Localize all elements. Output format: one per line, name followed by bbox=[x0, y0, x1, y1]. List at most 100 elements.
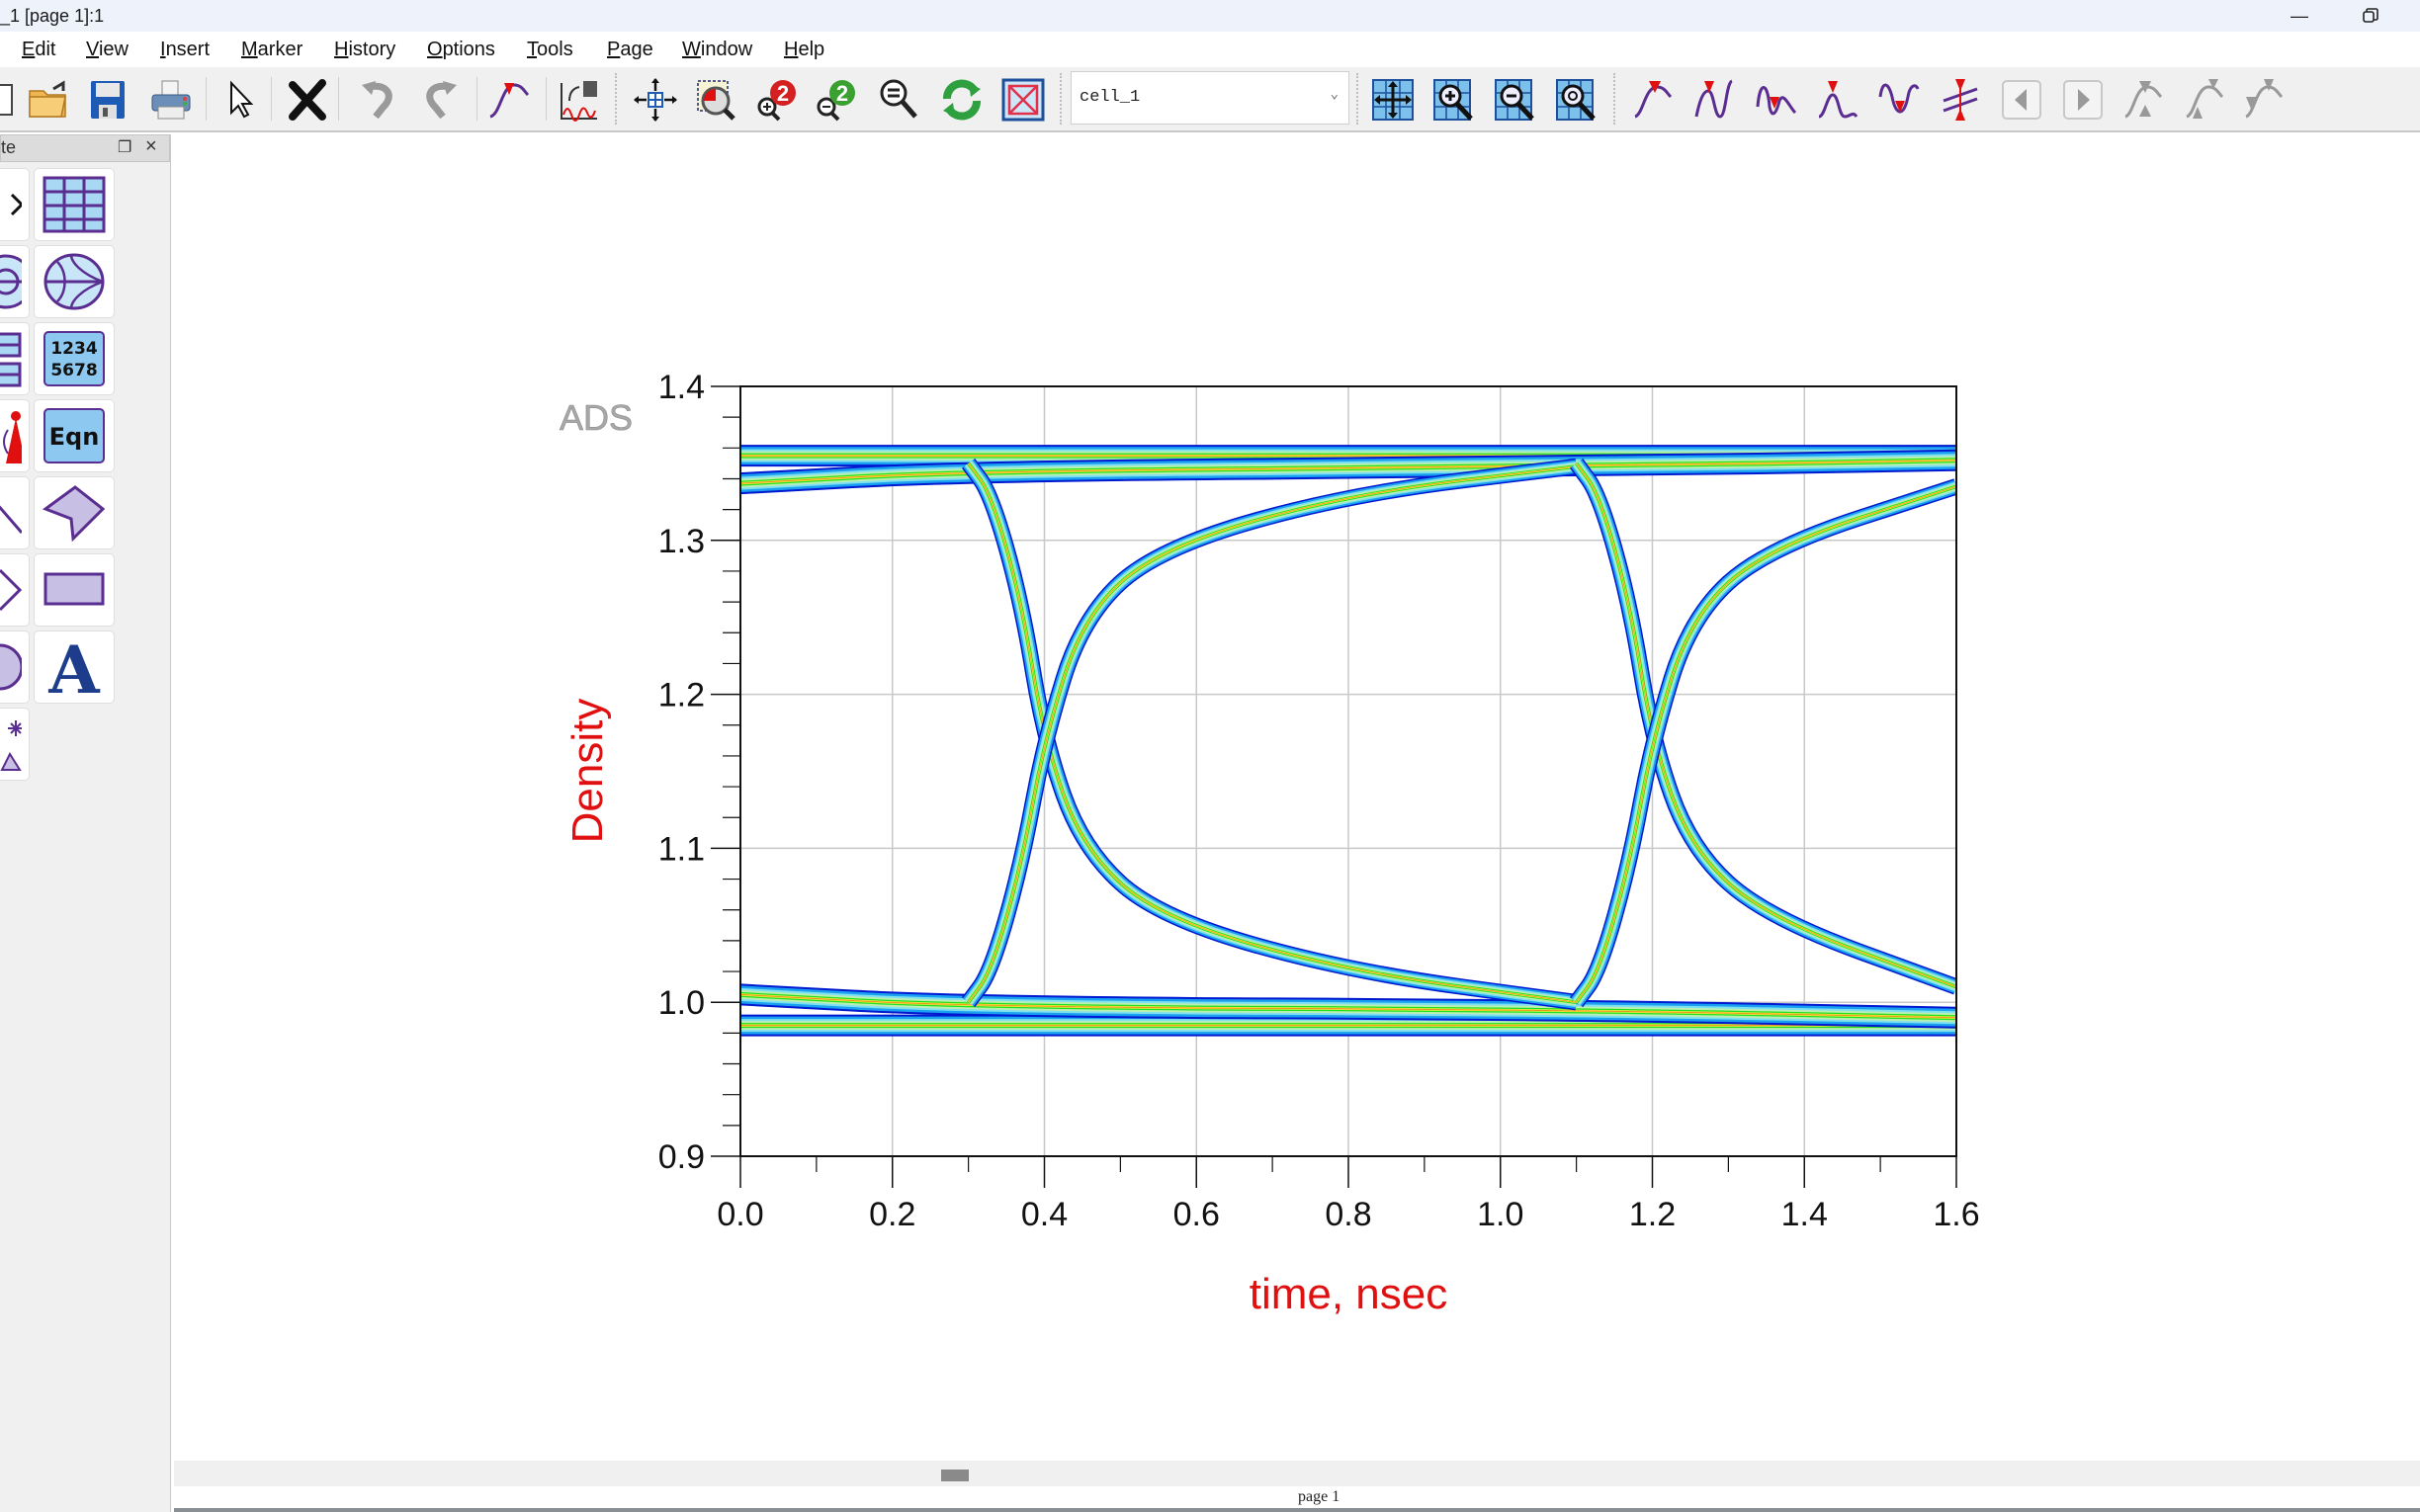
pan-button[interactable] bbox=[631, 75, 680, 125]
palette-smith-chart[interactable] bbox=[34, 245, 115, 318]
menu-options[interactable]: Options bbox=[427, 39, 495, 61]
marker-valley-button[interactable] bbox=[1752, 75, 1801, 125]
print-button[interactable] bbox=[146, 75, 196, 125]
minimize-button[interactable]: — bbox=[2270, 0, 2329, 32]
menu-history[interactable]: History bbox=[334, 39, 395, 61]
palette-numeric-list[interactable]: 1234 5678 bbox=[34, 322, 115, 395]
marker-line-button[interactable] bbox=[2119, 75, 2169, 125]
image-icon bbox=[0, 720, 22, 771]
refresh-icon bbox=[943, 79, 981, 121]
menu-help[interactable]: Help bbox=[784, 39, 824, 61]
scrollbar-thumb[interactable] bbox=[941, 1470, 969, 1481]
line-icon bbox=[0, 505, 22, 534]
marker-slope-button[interactable] bbox=[2181, 75, 2230, 125]
plot-trace-button[interactable] bbox=[554, 75, 603, 125]
cell-select-value: cell_1 bbox=[1080, 88, 1141, 107]
palette-polar-plot[interactable] bbox=[0, 245, 30, 318]
palette-circle[interactable] bbox=[0, 630, 30, 704]
marker-delta-button[interactable] bbox=[1936, 75, 1985, 125]
marker-min-button[interactable] bbox=[1874, 75, 1924, 125]
polyline-icon bbox=[42, 485, 106, 543]
equation-icon: Eqn bbox=[43, 408, 105, 463]
undo-button[interactable] bbox=[354, 75, 403, 125]
zoom-fit-button[interactable] bbox=[874, 75, 923, 125]
float-panel-icon[interactable]: ❐ bbox=[118, 137, 131, 157]
palette-polyline[interactable] bbox=[34, 476, 115, 549]
menu-insert[interactable]: Insert bbox=[160, 39, 210, 61]
redo-button[interactable] bbox=[415, 75, 465, 125]
plot-pan-button[interactable] bbox=[1368, 75, 1418, 125]
polar-plot-icon bbox=[0, 254, 22, 309]
cell-select-dropdown[interactable]: cell_1 ⌄ bbox=[1071, 71, 1349, 125]
stop-button[interactable] bbox=[998, 75, 1048, 125]
toolbar-grip[interactable] bbox=[1613, 73, 1619, 125]
menu-tools[interactable]: Tools bbox=[527, 39, 573, 61]
open-button[interactable] bbox=[24, 75, 73, 125]
marker-prev-button[interactable] bbox=[1997, 75, 2046, 125]
zoom-in-2x-button[interactable]: 2 bbox=[753, 75, 803, 125]
zoom-out-2x-button[interactable]: 2 bbox=[813, 75, 862, 125]
marker-next-button[interactable] bbox=[2058, 75, 2108, 125]
zoom-window-button[interactable] bbox=[692, 75, 741, 125]
menu-marker[interactable]: Marker bbox=[241, 39, 302, 61]
menu-view[interactable]: View bbox=[86, 39, 129, 61]
insert-marker-button[interactable] bbox=[484, 75, 534, 125]
marker-peak-button[interactable] bbox=[1629, 75, 1679, 125]
toolbar-separator bbox=[338, 77, 339, 121]
palette-line[interactable] bbox=[0, 476, 30, 549]
palette-table[interactable] bbox=[34, 168, 115, 241]
svg-text:2: 2 bbox=[836, 81, 848, 106]
marker-track-button[interactable] bbox=[2240, 75, 2290, 125]
marker-prev-icon bbox=[2002, 80, 2041, 120]
palette-text[interactable]: A bbox=[34, 630, 115, 704]
new-button[interactable] bbox=[0, 75, 20, 125]
plot-zoom-out-button[interactable] bbox=[1491, 75, 1540, 125]
restore-icon bbox=[2363, 8, 2378, 23]
text-tool-label: A bbox=[47, 637, 100, 697]
menu-label: Options bbox=[427, 39, 495, 60]
palette-antenna-plot[interactable] bbox=[0, 399, 30, 472]
plot-zoom-fit-button[interactable] bbox=[1552, 75, 1601, 125]
close-panel-icon[interactable]: × bbox=[145, 135, 157, 158]
horizontal-scrollbar[interactable] bbox=[174, 1461, 2420, 1486]
marker-next-peak-button[interactable] bbox=[1690, 75, 1740, 125]
menu-label: Tools bbox=[527, 39, 573, 60]
palette-panel: te ❐ × 1234 5678 Eqn A bbox=[0, 134, 171, 1512]
menu-label: Page bbox=[607, 39, 653, 60]
select-button[interactable] bbox=[216, 75, 265, 125]
refresh-button[interactable] bbox=[937, 75, 987, 125]
palette-list[interactable] bbox=[0, 322, 30, 395]
zoom-out-2x-icon: 2 bbox=[817, 80, 855, 122]
chevron-down-icon: ⌄ bbox=[1330, 87, 1339, 103]
delete-button[interactable] bbox=[283, 75, 332, 125]
zoom-in-2x-icon: 2 bbox=[757, 80, 796, 122]
smith-chart-icon bbox=[43, 253, 105, 310]
toolbar-grip[interactable] bbox=[1356, 73, 1362, 125]
plot-zoom-in-button[interactable] bbox=[1429, 75, 1479, 125]
menu-label: Edit bbox=[22, 39, 56, 60]
menu-label: Help bbox=[784, 39, 825, 60]
minimize-icon: — bbox=[2290, 5, 2308, 26]
save-icon bbox=[91, 81, 125, 119]
plot-canvas[interactable] bbox=[174, 134, 2420, 1461]
palette-polygon[interactable] bbox=[0, 553, 30, 627]
menu-window[interactable]: Window bbox=[682, 39, 752, 61]
menu-edit[interactable]: Edit bbox=[22, 39, 55, 61]
save-button[interactable] bbox=[83, 75, 132, 125]
palette-equation[interactable]: Eqn bbox=[34, 399, 115, 472]
rectangle-icon bbox=[43, 572, 105, 606]
palette-rectangle[interactable] bbox=[34, 553, 115, 627]
menu-page[interactable]: Page bbox=[607, 39, 653, 61]
toolbar-grip[interactable] bbox=[615, 73, 621, 125]
restore-button[interactable] bbox=[2341, 0, 2400, 32]
print-icon bbox=[151, 80, 191, 120]
palette-rectangular-plot[interactable] bbox=[0, 168, 30, 241]
marker-max-button[interactable] bbox=[1813, 75, 1862, 125]
marker-valley-icon bbox=[1756, 86, 1797, 116]
equation-label: Eqn bbox=[49, 423, 100, 451]
undo-icon bbox=[362, 81, 392, 120]
toolbar-grip[interactable] bbox=[1060, 73, 1066, 125]
page-tab[interactable]: page 1 bbox=[1298, 1488, 1340, 1506]
palette-image[interactable] bbox=[0, 708, 30, 781]
window-title: _1 [page 1]:1 bbox=[0, 6, 105, 26]
